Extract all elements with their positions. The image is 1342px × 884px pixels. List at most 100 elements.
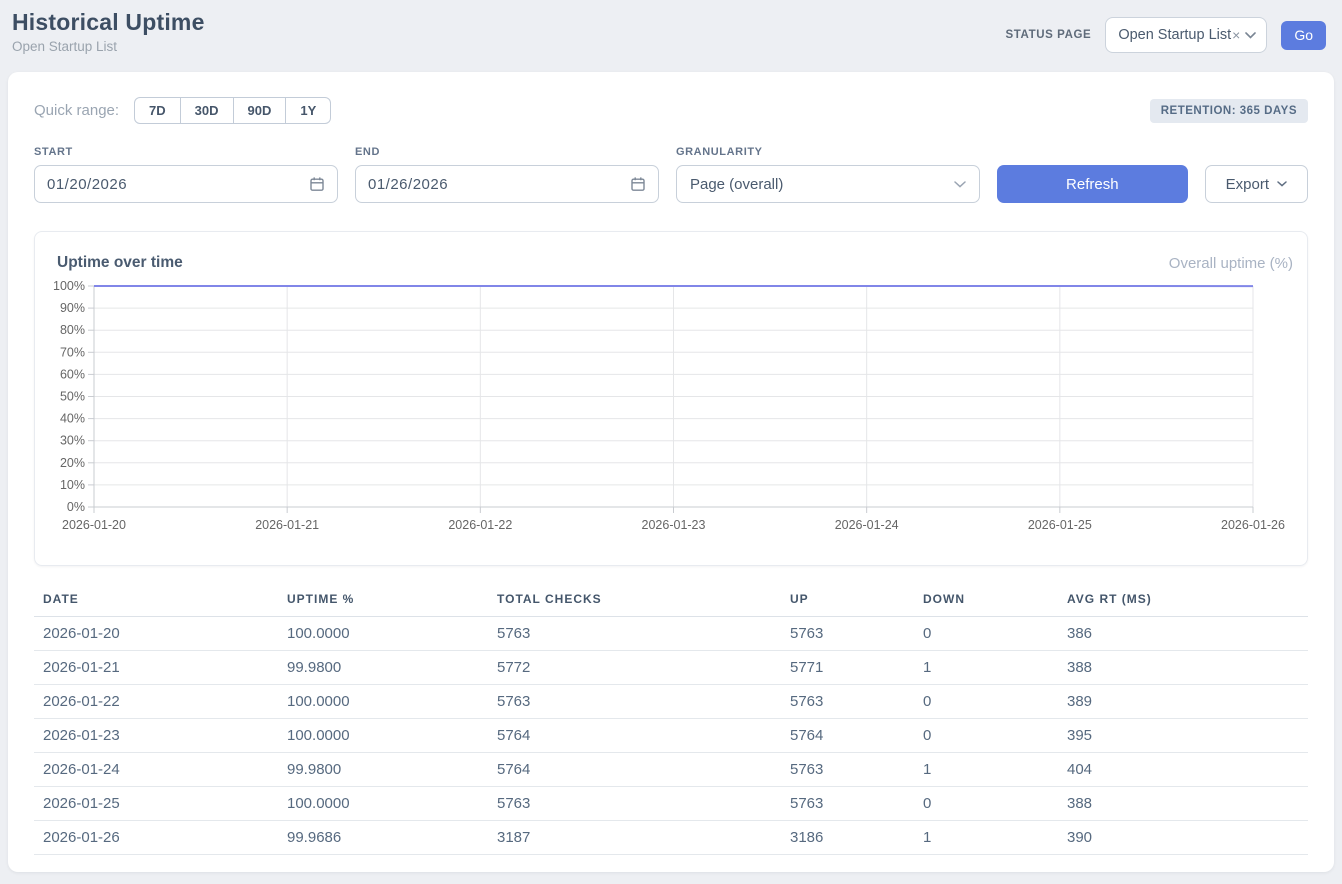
table-cell: 5763	[781, 787, 914, 821]
quick-range-90d-button[interactable]: 90D	[234, 97, 287, 124]
table-cell: 2026-01-21	[34, 651, 278, 685]
page-subtitle: Open Startup List	[12, 39, 205, 54]
column-header: TOTAL CHECKS	[488, 590, 781, 617]
export-button[interactable]: Export	[1205, 165, 1308, 203]
table-cell: 2026-01-20	[34, 617, 278, 651]
end-date-field: END	[355, 146, 659, 203]
svg-text:90%: 90%	[60, 301, 85, 315]
svg-text:30%: 30%	[60, 434, 85, 448]
table-cell: 1	[914, 821, 1058, 855]
end-label: END	[355, 146, 659, 158]
table-cell: 5763	[488, 617, 781, 651]
clear-selection-icon[interactable]: ×	[1232, 27, 1240, 43]
table-cell: 404	[1058, 753, 1308, 787]
table-cell: 390	[1058, 821, 1308, 855]
table-row: 2026-01-2499.9800576457631404	[34, 753, 1308, 787]
svg-text:2026-01-21: 2026-01-21	[255, 518, 319, 532]
column-header: DOWN	[914, 590, 1058, 617]
chevron-down-icon	[1277, 181, 1287, 187]
start-date-input[interactable]	[47, 176, 309, 193]
table-cell: 99.9686	[278, 821, 488, 855]
table-cell: 5772	[488, 651, 781, 685]
svg-text:2026-01-20: 2026-01-20	[62, 518, 126, 532]
quick-range-label: Quick range:	[34, 102, 119, 119]
uptime-chart-svg: 0%10%20%30%40%50%60%70%80%90%100%2026-01…	[47, 280, 1295, 538]
table-cell: 5764	[488, 753, 781, 787]
chart-title: Uptime over time	[57, 254, 183, 272]
calendar-icon[interactable]	[630, 176, 646, 192]
table-cell: 5764	[781, 719, 914, 753]
table-row: 2026-01-22100.0000576357630389	[34, 685, 1308, 719]
svg-text:2026-01-23: 2026-01-23	[642, 518, 706, 532]
refresh-button[interactable]: Refresh	[997, 165, 1188, 203]
table-row: 2026-01-2699.9686318731861390	[34, 821, 1308, 855]
end-date-input-box[interactable]	[355, 165, 659, 203]
table-cell: 388	[1058, 787, 1308, 821]
svg-text:80%: 80%	[60, 323, 85, 337]
table-cell: 5771	[781, 651, 914, 685]
status-page-selected-value: Open Startup List	[1118, 27, 1231, 43]
table-cell: 388	[1058, 651, 1308, 685]
table-cell: 99.9800	[278, 651, 488, 685]
svg-text:2026-01-26: 2026-01-26	[1221, 518, 1285, 532]
column-header: UPTIME %	[278, 590, 488, 617]
start-date-input-box[interactable]	[34, 165, 338, 203]
table-cell: 5764	[488, 719, 781, 753]
table-cell: 2026-01-26	[34, 821, 278, 855]
table-cell: 1	[914, 753, 1058, 787]
table-row: 2026-01-23100.0000576457640395	[34, 719, 1308, 753]
table-cell: 5763	[781, 617, 914, 651]
chart-header: Uptime over time Overall uptime (%)	[47, 254, 1293, 272]
table-cell: 99.9800	[278, 753, 488, 787]
svg-text:10%: 10%	[60, 478, 85, 492]
column-header: AVG RT (MS)	[1058, 590, 1308, 617]
end-date-input[interactable]	[368, 176, 630, 193]
status-page-select[interactable]: Open Startup List ×	[1105, 17, 1267, 53]
calendar-icon[interactable]	[309, 176, 325, 192]
svg-text:100%: 100%	[53, 280, 85, 293]
page-title: Historical Uptime	[12, 9, 205, 36]
table-cell: 100.0000	[278, 719, 488, 753]
retention-badge: RETENTION: 365 DAYS	[1150, 99, 1308, 123]
uptime-table: DATEUPTIME %TOTAL CHECKSUPDOWNAVG RT (MS…	[34, 590, 1308, 855]
svg-text:70%: 70%	[60, 345, 85, 359]
quick-range-7d-button[interactable]: 7D	[134, 97, 181, 124]
quick-range-buttons: 7D 30D 90D 1Y	[134, 97, 331, 124]
table-cell: 3187	[488, 821, 781, 855]
table-cell: 3186	[781, 821, 914, 855]
chart-card: Uptime over time Overall uptime (%) 0%10…	[34, 231, 1308, 566]
svg-text:2026-01-22: 2026-01-22	[448, 518, 512, 532]
table-cell: 1	[914, 651, 1058, 685]
table-cell: 5763	[488, 787, 781, 821]
main-card: Quick range: 7D 30D 90D 1Y RETENTION: 36…	[8, 72, 1334, 872]
granularity-select[interactable]: Page (overall)	[676, 165, 980, 203]
granularity-label: GRANULARITY	[676, 146, 980, 158]
table-body: 2026-01-20100.00005763576303862026-01-21…	[34, 617, 1308, 855]
table-cell: 5763	[781, 753, 914, 787]
start-date-field: START	[34, 146, 338, 203]
filters-row: START END GRAN	[34, 146, 1308, 203]
status-page-label: STATUS PAGE	[1005, 29, 1091, 41]
table-cell: 5763	[781, 685, 914, 719]
table-cell: 5763	[488, 685, 781, 719]
quick-range-row: Quick range: 7D 30D 90D 1Y RETENTION: 36…	[34, 97, 1308, 124]
table-cell: 2026-01-22	[34, 685, 278, 719]
go-button[interactable]: Go	[1281, 21, 1326, 50]
table-cell: 0	[914, 719, 1058, 753]
svg-text:40%: 40%	[60, 412, 85, 426]
table-cell: 395	[1058, 719, 1308, 753]
svg-text:20%: 20%	[60, 456, 85, 470]
column-header: DATE	[34, 590, 278, 617]
table-cell: 100.0000	[278, 617, 488, 651]
table-cell: 2026-01-25	[34, 787, 278, 821]
table-cell: 2026-01-24	[34, 753, 278, 787]
start-label: START	[34, 146, 338, 158]
table-cell: 2026-01-23	[34, 719, 278, 753]
quick-range-30d-button[interactable]: 30D	[181, 97, 234, 124]
quick-range-1y-button[interactable]: 1Y	[286, 97, 331, 124]
table-row: 2026-01-2199.9800577257711388	[34, 651, 1308, 685]
table-cell: 100.0000	[278, 787, 488, 821]
chart-legend: Overall uptime (%)	[1169, 255, 1293, 272]
table-cell: 0	[914, 685, 1058, 719]
svg-text:2026-01-25: 2026-01-25	[1028, 518, 1092, 532]
